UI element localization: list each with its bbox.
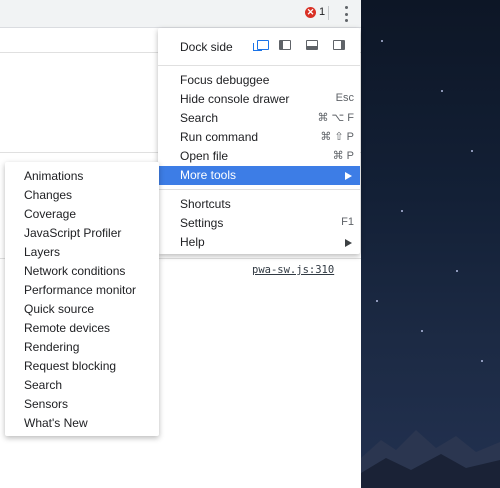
- submenu-item-layers[interactable]: Layers: [24, 245, 60, 259]
- menu-item-label: Settings: [180, 216, 224, 230]
- menu-item-label: Focus debuggee: [180, 73, 270, 87]
- menu-item-label: More tools: [180, 168, 237, 182]
- menu-item-shortcut: ⌘ P: [332, 150, 354, 162]
- menu-item-search[interactable]: Search ⌘ ⌥ F: [158, 109, 360, 128]
- star: [401, 210, 403, 212]
- customize-devtools-menu: Dock side Focus debuggee Hide console dr…: [158, 28, 360, 254]
- star: [381, 40, 383, 42]
- menu-item-label: Search: [180, 111, 219, 125]
- submenu-item-network-conditions[interactable]: Network conditions: [24, 264, 125, 278]
- star: [481, 360, 483, 362]
- mountain-silhouette: [361, 430, 500, 488]
- dock-left-icon[interactable]: [279, 40, 291, 50]
- menu-item-help[interactable]: Help: [158, 233, 360, 252]
- star: [456, 270, 458, 272]
- menu-item-shortcuts[interactable]: Shortcuts: [158, 195, 360, 214]
- menu-item-run-command[interactable]: Run command ⌘ ⇧ P: [158, 128, 360, 147]
- more-tools-submenu: Animations Changes Coverage JavaScript P…: [5, 162, 159, 436]
- menu-item-shortcut: ⌘ ⇧ P: [320, 131, 354, 143]
- menu-item-open-file[interactable]: Open file ⌘ P: [158, 147, 360, 166]
- submenu-item-remote-devices[interactable]: Remote devices: [24, 321, 110, 335]
- submenu-item-sensors[interactable]: Sensors: [24, 397, 68, 411]
- submenu-item-whats-new[interactable]: What's New: [24, 416, 88, 430]
- submenu-item-javascript-profiler[interactable]: JavaScript Profiler: [24, 226, 121, 240]
- submenu-item-rendering[interactable]: Rendering: [24, 340, 79, 354]
- submenu-arrow-icon: [345, 239, 352, 247]
- menu-item-settings[interactable]: Settings F1: [158, 214, 360, 233]
- submenu-arrow-icon: [345, 172, 352, 180]
- star: [441, 90, 443, 92]
- submenu-item-coverage[interactable]: Coverage: [24, 207, 76, 221]
- dock-side-label: Dock side: [180, 40, 233, 54]
- desktop-wallpaper: [361, 0, 500, 488]
- dock-bottom-icon[interactable]: [306, 40, 318, 50]
- menu-separator: [158, 189, 360, 190]
- error-x-icon: ✕: [305, 6, 316, 18]
- submenu-item-animations[interactable]: Animations: [24, 169, 83, 183]
- menu-item-shortcut: F1: [341, 216, 354, 228]
- submenu-item-performance-monitor[interactable]: Performance monitor: [24, 283, 136, 297]
- toolbar-divider: [328, 6, 329, 20]
- menu-item-label: Open file: [180, 149, 229, 163]
- kebab-menu-icon[interactable]: [342, 6, 350, 22]
- menu-item-focus-debuggee[interactable]: Focus debuggee: [158, 71, 360, 90]
- undock-icon[interactable]: [253, 40, 269, 51]
- submenu-item-search[interactable]: Search: [24, 378, 62, 392]
- menu-item-label: Hide console drawer: [180, 92, 290, 106]
- menu-item-more-tools[interactable]: More tools: [158, 166, 360, 185]
- error-count: 1: [319, 6, 326, 18]
- menu-item-shortcut: Esc: [335, 92, 354, 104]
- menu-separator: [158, 65, 360, 66]
- star: [421, 330, 423, 332]
- star: [376, 300, 378, 302]
- submenu-item-request-blocking[interactable]: Request blocking: [24, 359, 116, 373]
- source-link[interactable]: pwa-sw.js:310: [252, 264, 334, 276]
- submenu-item-quick-source[interactable]: Quick source: [24, 302, 94, 316]
- menu-item-label: Shortcuts: [180, 197, 231, 211]
- menu-item-hide-console-drawer[interactable]: Hide console drawer Esc: [158, 90, 360, 109]
- error-counter[interactable]: ✕ 1: [305, 6, 325, 18]
- submenu-item-changes[interactable]: Changes: [24, 188, 72, 202]
- devtools-toolbar: ✕ 1: [0, 0, 361, 28]
- dock-right-icon[interactable]: [333, 40, 345, 50]
- menu-item-label: Run command: [180, 130, 259, 144]
- dock-side-row: Dock side: [158, 28, 360, 64]
- star: [471, 150, 473, 152]
- menu-item-shortcut: ⌘ ⌥ F: [317, 112, 354, 124]
- menu-item-label: Help: [180, 235, 205, 249]
